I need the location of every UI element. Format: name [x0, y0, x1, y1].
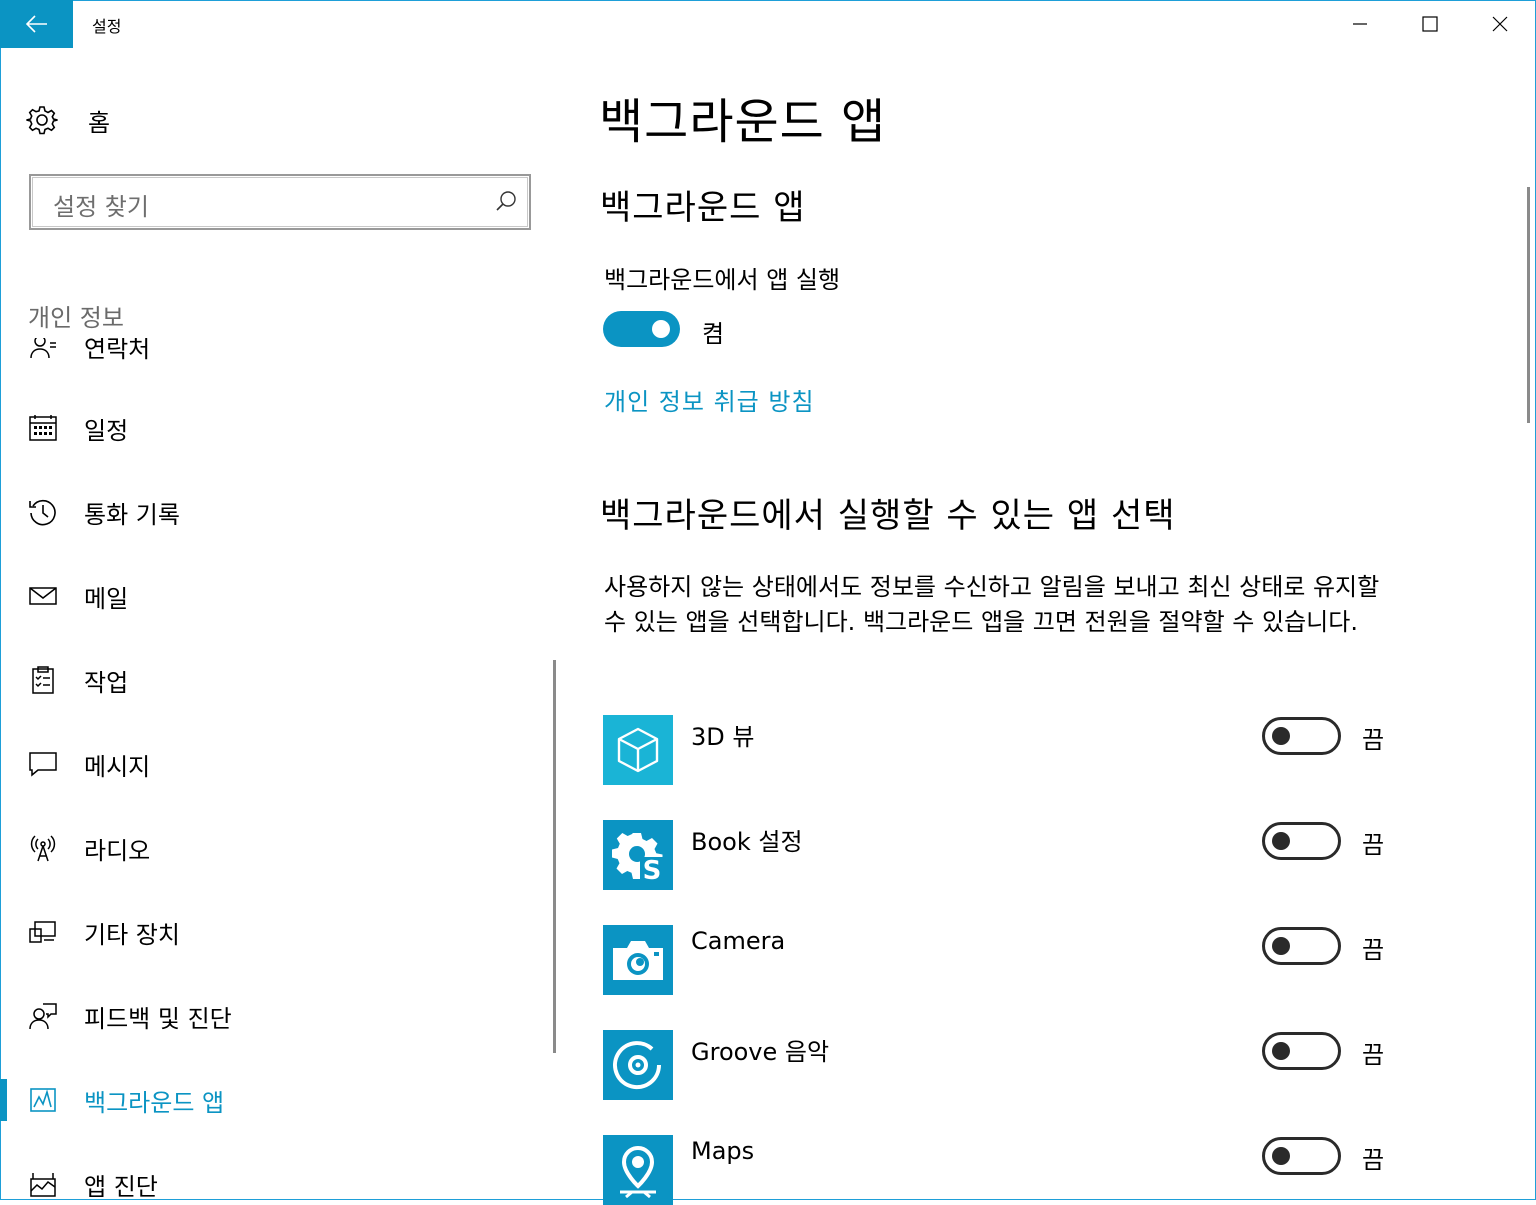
sidebar-item-app-diagnostics[interactable]: 앱 진단	[0, 1154, 555, 1200]
sidebar-item-background-apps[interactable]: 백그라운드 앱	[0, 1070, 555, 1130]
app-row-3d-viewer: 3D 뷰 끔	[603, 715, 1403, 785]
app-state: 끔	[1362, 726, 1385, 754]
privacy-statement-link[interactable]: 개인 정보 취급 방침	[604, 382, 815, 417]
section-title-choose-apps: 백그라운드에서 실행할 수 있는 앱 선택	[600, 496, 1176, 536]
app-name: Book 설정	[691, 828, 803, 856]
app-toggle-3d-viewer[interactable]	[1262, 717, 1341, 755]
calendar-icon	[26, 411, 60, 445]
app-row-camera: Camera 끔	[603, 925, 1403, 995]
app-row-maps: Maps 끔	[603, 1135, 1403, 1205]
book-settings-gear-icon: S	[603, 820, 673, 890]
app-name: Camera	[691, 927, 786, 955]
sidebar-item-label: 라디오	[84, 836, 151, 865]
sidebar-item-feedback[interactable]: 피드백 및 진단	[0, 986, 555, 1046]
app-name: Maps	[691, 1137, 755, 1165]
tasks-icon	[26, 663, 60, 697]
app-toggle-groove-music[interactable]	[1262, 1032, 1341, 1070]
app-row-groove-music: Groove 음악 끔	[603, 1030, 1403, 1100]
message-icon	[26, 747, 60, 781]
app-state: 끔	[1362, 936, 1385, 964]
call-history-icon	[26, 495, 60, 529]
active-indicator	[0, 1079, 7, 1121]
other-devices-icon	[26, 915, 60, 949]
3d-viewer-cube-icon	[603, 715, 673, 785]
sidebar-item-messaging[interactable]: 메시지	[0, 734, 555, 794]
sidebar-item-label: 피드백 및 진단	[84, 1004, 232, 1033]
sidebar-scrollbar[interactable]	[553, 660, 556, 1053]
run-in-background-toggle[interactable]	[603, 311, 680, 347]
svg-text:S: S	[643, 856, 662, 881]
sidebar-item-label: 앱 진단	[84, 1172, 158, 1201]
sidebar-item-label: 일정	[84, 416, 129, 445]
sidebar-item-label: 기타 장치	[84, 920, 180, 949]
background-apps-icon	[26, 1083, 60, 1117]
sidebar-item-label: 백그라운드 앱	[84, 1088, 225, 1117]
home-link[interactable]: 홈	[26, 102, 110, 138]
home-label: 홈	[88, 108, 111, 137]
sidebar-item-label: 메일	[84, 584, 129, 613]
toggle-knob	[1272, 727, 1290, 745]
section-title-background-apps: 백그라운드 앱	[600, 188, 806, 228]
toggle-knob	[1272, 1147, 1290, 1165]
app-name: Groove 음악	[691, 1038, 830, 1066]
back-button[interactable]	[0, 0, 73, 48]
app-toggle-book-settings[interactable]	[1262, 822, 1341, 860]
camera-icon	[603, 925, 673, 995]
sidebar-item-label: 작업	[84, 668, 129, 697]
toggle-knob	[1272, 1042, 1290, 1060]
page-title: 백그라운드 앱	[599, 94, 887, 150]
sidebar-item-call-history[interactable]: 통화 기록	[0, 482, 555, 542]
app-name: 3D 뷰	[691, 723, 755, 751]
app-diagnostics-icon	[26, 1167, 60, 1200]
run-in-background-state: 켬	[702, 320, 725, 348]
window-title: 설정	[92, 17, 122, 36]
app-state: 끔	[1362, 1041, 1385, 1069]
close-button[interactable]	[1466, 0, 1534, 48]
toggle-knob	[652, 320, 670, 338]
main-scrollbar[interactable]	[1527, 187, 1530, 423]
radio-icon	[26, 831, 60, 865]
feedback-icon	[26, 999, 60, 1033]
contacts-icon	[26, 338, 60, 363]
groove-music-icon	[603, 1030, 673, 1100]
sidebar-item-label: 메시지	[84, 752, 151, 781]
sidebar-item-tasks[interactable]: 작업	[0, 650, 555, 710]
app-state: 끔	[1362, 1146, 1385, 1174]
maximize-icon	[1422, 16, 1438, 32]
sidebar-item-label: 통화 기록	[84, 500, 180, 529]
run-in-background-label: 백그라운드에서 앱 실행	[604, 266, 841, 294]
sidebar-nav: 연락처 일정 통화 기록 메일 작업 메시지 라디오 기타 장치 피드백 및 진…	[0, 338, 560, 1200]
toggle-knob	[1272, 832, 1290, 850]
minimize-icon	[1353, 23, 1367, 25]
maximize-button[interactable]	[1396, 0, 1464, 48]
search-icon	[496, 191, 516, 211]
maps-pin-icon	[603, 1135, 673, 1205]
gear-icon	[26, 106, 58, 135]
mail-icon	[26, 579, 60, 613]
search-placeholder: 설정 찾기	[53, 193, 149, 221]
toggle-knob	[1272, 937, 1290, 955]
sidebar-item-contacts[interactable]: 연락처	[0, 338, 555, 376]
app-toggle-camera[interactable]	[1262, 927, 1341, 965]
sidebar-item-other-devices[interactable]: 기타 장치	[0, 902, 555, 962]
sidebar-item-radios[interactable]: 라디오	[0, 818, 555, 878]
settings-search-box[interactable]: 설정 찾기	[29, 174, 531, 230]
sidebar-item-calendar[interactable]: 일정	[0, 398, 555, 458]
section-description: 사용하지 않는 상태에서도 정보를 수신하고 알림을 보내고 최신 상태로 유지…	[604, 573, 1380, 636]
app-state: 끔	[1362, 831, 1385, 859]
app-toggle-maps[interactable]	[1262, 1137, 1341, 1175]
sidebar-item-label: 연락처	[84, 338, 151, 363]
arrow-left-icon	[25, 15, 47, 33]
sidebar-item-mail[interactable]: 메일	[0, 566, 555, 626]
sidebar-section-title: 개인 정보	[28, 304, 124, 332]
minimize-button[interactable]	[1326, 0, 1394, 48]
app-row-book-settings: S Book 설정 끔	[603, 820, 1403, 890]
close-icon	[1492, 16, 1508, 32]
